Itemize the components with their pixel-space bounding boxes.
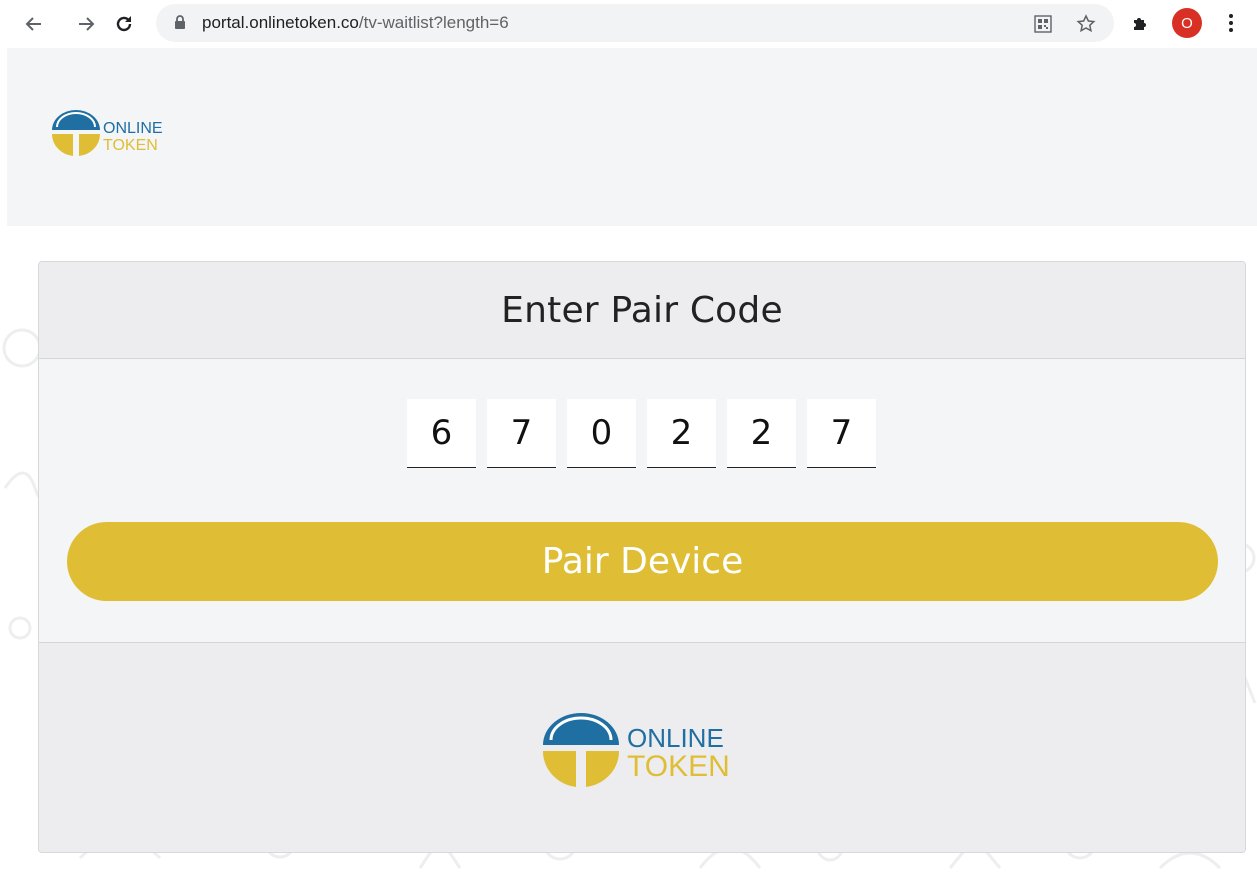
logo-text-online: ONLINE	[103, 120, 163, 137]
card-footer: ONLINE TOKEN	[39, 642, 1245, 852]
url-path: /tv-waitlist?length=6	[358, 13, 509, 32]
url-text: portal.onlinetoken.co/tv-waitlist?length…	[202, 13, 509, 33]
footer-logo-text-online: ONLINE	[627, 723, 724, 753]
profile-avatar[interactable]: O	[1172, 8, 1202, 38]
reload-icon[interactable]	[110, 10, 138, 38]
pair-card: Enter Pair Code 6 7 0 2 2 7 Pair Device	[38, 261, 1246, 853]
extensions-puzzle-icon[interactable]	[1128, 10, 1154, 36]
card-body: 6 7 0 2 2 7 Pair Device	[39, 359, 1245, 642]
header-logo[interactable]: ONLINE TOKEN	[51, 110, 176, 163]
code-digit-2[interactable]: 7	[487, 399, 556, 468]
code-digit-3[interactable]: 0	[567, 399, 636, 468]
more-menu-icon[interactable]	[1218, 10, 1244, 36]
logo-text-token: TOKEN	[103, 137, 158, 154]
pair-device-button[interactable]: Pair Device	[67, 522, 1218, 601]
code-digit-1[interactable]: 6	[407, 399, 476, 468]
bookmark-star-icon[interactable]	[1075, 13, 1097, 35]
online-token-footer-logo-icon: ONLINE TOKEN	[542, 713, 730, 787]
qr-code-icon[interactable]	[1032, 13, 1054, 35]
footer-logo: ONLINE TOKEN	[541, 711, 741, 796]
code-digit-6[interactable]: 7	[807, 399, 876, 468]
browser-toolbar: portal.onlinetoken.co/tv-waitlist?length…	[0, 0, 1257, 48]
profile-initial: O	[1181, 14, 1193, 32]
card-title: Enter Pair Code	[501, 289, 783, 331]
page-content: ONLINE TOKEN Enter Pair Code 6 7 0 2 2 7…	[0, 48, 1257, 877]
address-bar[interactable]: portal.onlinetoken.co/tv-waitlist?length…	[156, 4, 1114, 42]
footer-logo-text-token: TOKEN	[627, 750, 730, 783]
lock-icon	[174, 15, 186, 35]
back-arrow-icon[interactable]	[20, 10, 48, 38]
forward-arrow-icon[interactable]	[72, 10, 100, 38]
site-header: ONLINE TOKEN	[7, 48, 1257, 226]
code-digit-5[interactable]: 2	[727, 399, 796, 468]
online-token-logo-icon: ONLINE TOKEN	[51, 110, 163, 156]
code-digit-4[interactable]: 2	[647, 399, 716, 468]
pair-code-inputs: 6 7 0 2 2 7	[407, 399, 876, 468]
url-host: portal.onlinetoken.co	[202, 13, 359, 32]
card-header: Enter Pair Code	[39, 262, 1245, 359]
